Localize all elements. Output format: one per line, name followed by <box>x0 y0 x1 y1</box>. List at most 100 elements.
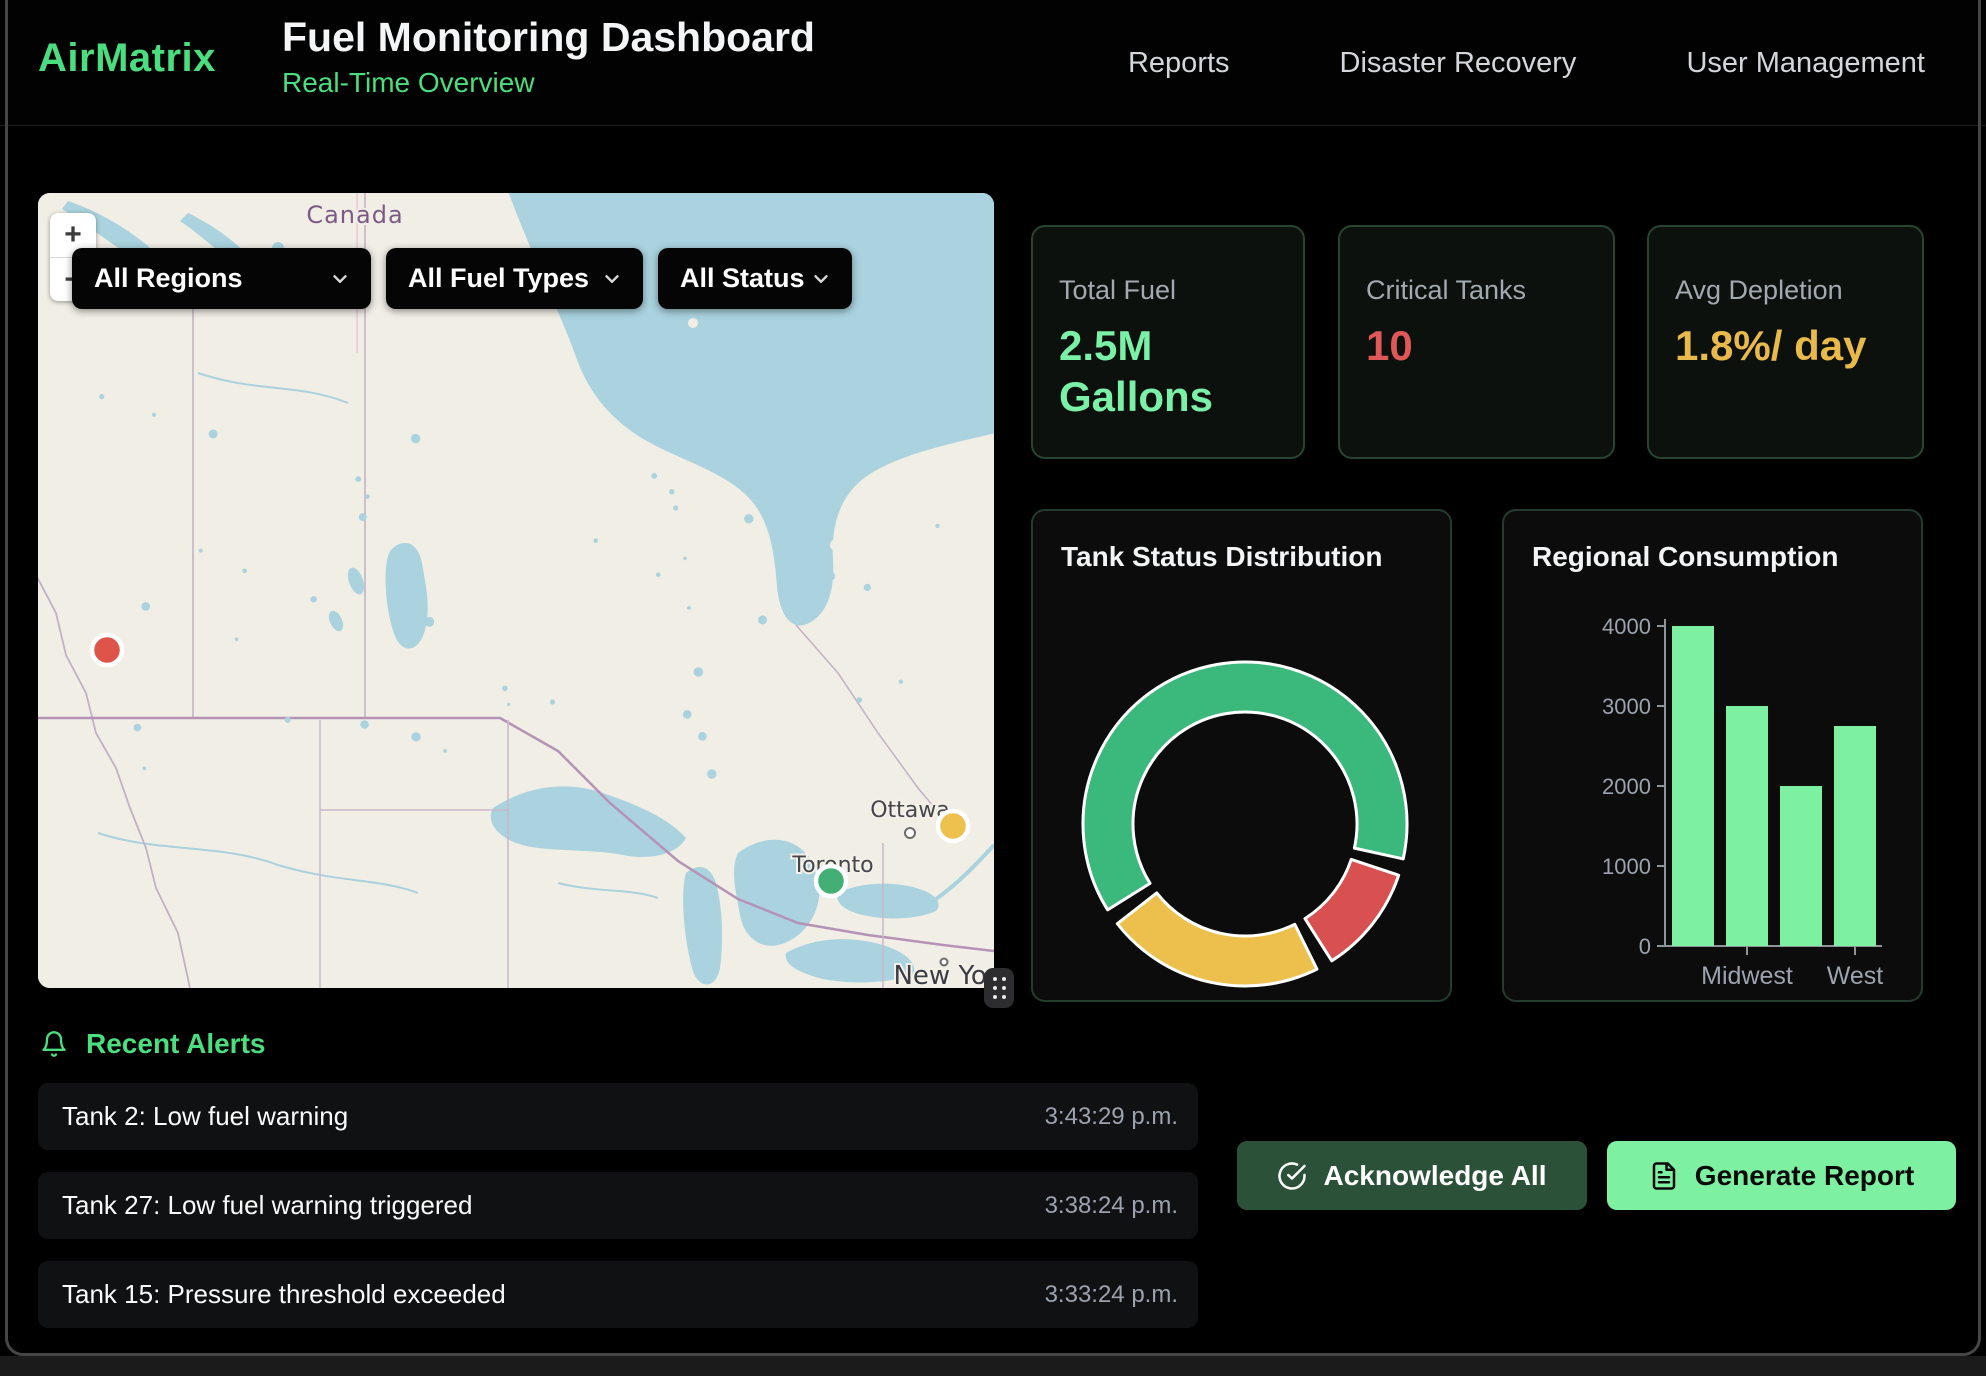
map-small-lake <box>242 569 247 574</box>
map-small-lake <box>744 514 753 523</box>
map-small-lake <box>814 515 817 518</box>
region-filter-value: All Regions <box>94 263 243 294</box>
map-small-lake <box>656 573 660 577</box>
nav-item-user-management[interactable]: User Management <box>1686 47 1925 80</box>
stat-value-critical-tanks: 10 <box>1366 320 1587 371</box>
chevron-down-icon <box>601 268 623 290</box>
map-canvas: Canada Ottawa Toronto New York <box>38 193 994 988</box>
bar-2 <box>1780 786 1822 946</box>
map-small-lake <box>507 703 510 706</box>
app-header: AirMatrix Fuel Monitoring Dashboard Real… <box>0 0 1986 126</box>
stat-label: Critical Tanks <box>1366 275 1587 306</box>
map-marker-critical[interactable] <box>92 635 122 665</box>
map-small-lake <box>355 476 361 482</box>
map-small-lake <box>683 710 692 719</box>
map-small-lake <box>310 596 316 602</box>
generate-report-button[interactable]: Generate Report <box>1607 1141 1956 1210</box>
alert-timestamp: 3:43:29 p.m. <box>1045 1103 1178 1131</box>
map[interactable]: Canada Ottawa Toronto New York + − All R… <box>38 193 994 988</box>
page-title: Fuel Monitoring Dashboard <box>282 14 815 61</box>
map-small-lake <box>141 602 150 611</box>
map-small-lake <box>411 434 420 443</box>
map-small-lake <box>424 617 434 627</box>
map-small-lake <box>443 749 447 753</box>
x-axis-tick-label: Midwest <box>1701 962 1793 990</box>
map-town-dot <box>905 828 915 838</box>
map-small-lake <box>864 584 871 591</box>
alert-message: Tank 15: Pressure threshold exceeded <box>62 1279 506 1310</box>
stat-value-total-fuel: 2.5M Gallons <box>1059 320 1277 422</box>
alert-row[interactable]: Tank 15: Pressure threshold exceeded 3:3… <box>38 1261 1198 1328</box>
window-footer-strip <box>0 1356 1986 1376</box>
bell-icon <box>40 1029 68 1059</box>
map-small-lake <box>360 720 369 729</box>
x-axis-tick-label: West <box>1827 962 1884 990</box>
alert-row[interactable]: Tank 27: Low fuel warning triggered 3:38… <box>38 1172 1198 1239</box>
map-small-lake <box>651 473 657 479</box>
recent-alerts-title: Recent Alerts <box>86 1028 265 1060</box>
map-small-lake <box>875 440 879 444</box>
check-circle-icon <box>1277 1161 1307 1191</box>
map-filters: All Regions All Fuel Types All Status <box>72 248 852 309</box>
alert-message: Tank 27: Low fuel warning triggered <box>62 1190 472 1221</box>
map-small-lake <box>826 571 835 580</box>
y-axis-tick-label: 1000 <box>1602 854 1651 879</box>
map-small-lake <box>742 419 750 427</box>
bar-3 <box>1834 726 1876 946</box>
acknowledge-all-button[interactable]: Acknowledge All <box>1237 1141 1587 1210</box>
map-small-lake <box>683 557 686 560</box>
map-small-lake <box>235 637 239 641</box>
y-axis-tick-label: 2000 <box>1602 774 1651 799</box>
map-label-canada: Canada <box>306 201 403 229</box>
region-filter-select[interactable]: All Regions <box>72 248 371 309</box>
map-small-lake <box>209 430 218 439</box>
file-text-icon <box>1649 1161 1679 1191</box>
chevron-down-icon <box>810 268 832 290</box>
map-small-lake <box>669 489 674 494</box>
map-small-lake <box>134 724 142 732</box>
stat-card-avg-depletion: Avg Depletion 1.8%/ day <box>1647 225 1924 459</box>
bar-1 <box>1726 706 1768 946</box>
map-small-lake <box>593 539 598 544</box>
alert-row[interactable]: Tank 2: Low fuel warning 3:43:29 p.m. <box>38 1083 1198 1150</box>
stat-value-avg-depletion: 1.8%/ day <box>1675 320 1896 371</box>
stat-label: Avg Depletion <box>1675 275 1896 306</box>
donut-segment-yellow <box>1117 893 1317 986</box>
map-small-lake <box>365 494 370 499</box>
map-small-lake <box>935 524 939 528</box>
main-nav: Reports Disaster Recovery User Managemen… <box>1128 0 1925 126</box>
tank-status-chart-card: Tank Status Distribution <box>1031 509 1452 1002</box>
map-marker-warning[interactable] <box>938 811 968 841</box>
map-small-lake <box>857 697 863 703</box>
bar-0 <box>1672 626 1714 946</box>
map-small-lake <box>707 769 716 778</box>
map-resize-handle[interactable] <box>984 968 1014 1008</box>
recent-alerts-header: Recent Alerts <box>40 1028 265 1060</box>
map-small-lake <box>796 547 800 551</box>
map-marker-normal[interactable] <box>816 866 846 896</box>
nav-item-disaster-recovery[interactable]: Disaster Recovery <box>1340 47 1577 80</box>
map-small-lake <box>152 413 156 417</box>
y-axis-tick-label: 3000 <box>1602 694 1651 719</box>
map-island <box>846 517 854 525</box>
brand-logo: AirMatrix <box>38 36 216 81</box>
map-island <box>688 318 698 328</box>
generate-report-label: Generate Report <box>1695 1160 1914 1192</box>
map-small-lake <box>687 606 691 610</box>
map-small-lake <box>698 732 707 741</box>
map-small-lake <box>705 438 709 442</box>
fuel-type-filter-select[interactable]: All Fuel Types <box>386 248 643 309</box>
stat-card-total-fuel: Total Fuel 2.5M Gallons <box>1031 225 1305 459</box>
status-filter-value: All Status <box>680 263 805 294</box>
y-axis-tick-label: 0 <box>1639 934 1651 959</box>
map-small-lake <box>359 513 367 521</box>
map-small-lake <box>758 615 767 624</box>
y-axis-tick-label: 4000 <box>1602 614 1651 639</box>
stat-label: Total Fuel <box>1059 275 1277 306</box>
status-filter-select[interactable]: All Status <box>658 248 852 309</box>
map-label-new-york: New York <box>893 961 994 988</box>
nav-item-reports[interactable]: Reports <box>1128 47 1230 80</box>
regional-consumption-chart-card: Regional Consumption 01000200030004000Mi… <box>1502 509 1923 1002</box>
map-island <box>830 539 842 551</box>
page-subtitle: Real-Time Overview <box>282 67 815 99</box>
